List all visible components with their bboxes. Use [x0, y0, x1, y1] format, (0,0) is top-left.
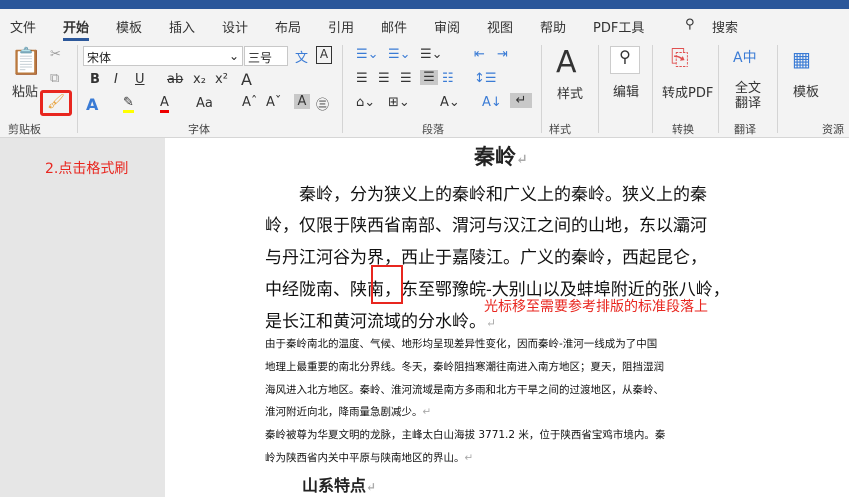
doc-title: 秦岭↵	[474, 144, 528, 169]
tab-home[interactable]: 开始	[63, 17, 90, 41]
section-heading: 山系特点↵	[302, 476, 377, 495]
subscript-icon[interactable]: x₂	[193, 72, 206, 87]
font-color-icon[interactable]: A	[160, 95, 169, 113]
tab-design[interactable]: 设计	[222, 17, 248, 36]
distribute-icon[interactable]: ☷	[442, 71, 454, 86]
italic-icon[interactable]: I	[114, 72, 118, 87]
paragraph-group-label: 段落	[422, 123, 444, 136]
line-spacing-icon[interactable]: ↕☰	[474, 71, 497, 86]
body-line: 岭，仅限于陕西省南部、渭河与汉江之间的山地，东以灞河	[265, 216, 707, 236]
styles-icon[interactable]: A	[556, 45, 577, 80]
borders-icon[interactable]: ⊞⌄	[388, 95, 410, 110]
find-icon[interactable]: ⚲	[610, 46, 640, 74]
change-case-icon[interactable]: Aa	[196, 96, 213, 111]
template-button[interactable]: 模板	[793, 81, 819, 100]
body-line: 秦岭，分为狭义上的秦岭和广义上的秦岭。狭义上的秦	[299, 185, 707, 205]
cursor-annotation: 光标移至需要参考排版的标准段落上	[484, 299, 708, 315]
convert-group-label: 转换	[672, 123, 694, 136]
bullets-icon[interactable]: ☰⌄	[356, 47, 379, 62]
decrease-indent-icon[interactable]: ⇤	[474, 47, 485, 62]
small-line: 由于秦岭南北的温度、气候、地形均呈现差异性变化，因而秦岭-淮河一线成为了中国	[265, 338, 658, 350]
small-line: 秦岭被尊为华夏文明的龙脉，主峰太白山海拔 3771.2 米，位于陕西省宝鸡市境内…	[265, 429, 666, 441]
ribbon: 📋 粘贴 ✂ ⧉ 🖌 剪贴板 宋体 ⌄ 三号 文 A B I U ab x₂ x²…	[0, 41, 849, 138]
align-right-icon[interactable]: ☰	[400, 71, 412, 86]
increase-indent-icon[interactable]: ⇥	[497, 47, 508, 62]
shrink-font-icon[interactable]: Aˇ	[266, 95, 281, 110]
cursor-highlight-box	[371, 265, 403, 304]
phonetic-guide-icon[interactable]: 文	[295, 47, 308, 66]
font-name-select[interactable]: 宋体 ⌄	[83, 46, 243, 66]
small-line: 海风进入北方地区。秦岭、淮河流域是南方多雨和北方干旱之间的过渡地区，从秦岭、	[265, 384, 664, 396]
edit-button[interactable]: 编辑	[613, 81, 639, 100]
enclose-char-icon[interactable]: ㊂	[316, 94, 329, 113]
tab-insert[interactable]: 插入	[169, 17, 195, 36]
tab-review[interactable]: 审阅	[434, 17, 460, 36]
step-annotation: 2.点击格式刷	[45, 161, 129, 177]
tab-file[interactable]: 文件	[10, 17, 36, 36]
body-line: 是长江和黄河流域的分水岭。↵	[265, 312, 497, 332]
search-icon[interactable]: ⚲	[685, 17, 695, 32]
small-line: 岭为陕西省内关中平原与陕南地区的界山。↵	[265, 452, 474, 464]
styles-group-label: 样式	[549, 123, 571, 136]
underline-icon[interactable]: U	[135, 72, 145, 87]
clear-format-icon[interactable]: A	[241, 70, 252, 89]
tab-layout[interactable]: 布局	[275, 17, 301, 36]
styles-button[interactable]: 样式	[557, 83, 583, 102]
small-line: 淮河附近向北，降雨量急剧减少。↵	[265, 406, 432, 418]
pdf-icon[interactable]: ⎘	[671, 46, 689, 71]
format-painter-button[interactable]: 🖌	[40, 90, 72, 116]
show-marks-icon[interactable]: ↵	[510, 93, 532, 108]
tab-help[interactable]: 帮助	[540, 17, 566, 36]
strikethrough-icon[interactable]: ab	[167, 72, 183, 87]
align-left-icon[interactable]: ☰	[356, 71, 368, 86]
char-border-icon[interactable]: A	[316, 46, 332, 64]
body-line: 与丹江河谷为界，西止于嘉陵江。广义的秦岭，西起昆仑，	[265, 248, 707, 268]
multilevel-list-icon[interactable]: ☰⌄	[420, 47, 443, 62]
copy-icon[interactable]: ⧉	[50, 71, 59, 86]
translate-group-label: 翻译	[734, 123, 756, 136]
tab-template[interactable]: 模板	[116, 17, 142, 36]
text-effect-icon[interactable]: A	[86, 95, 98, 114]
ribbon-tabs: 文件 开始 模板 插入 设计 布局 引用 邮件 审阅 视图 帮助 PDF工具 ⚲…	[0, 9, 849, 41]
bold-icon[interactable]: B	[90, 72, 100, 87]
clipboard-group-label: 剪贴板	[8, 123, 41, 136]
shading-icon[interactable]: ⌂⌄	[356, 95, 375, 110]
translate-button[interactable]: 全文 翻译	[735, 81, 761, 111]
chinese-layout-icon[interactable]: A⌄	[440, 95, 460, 110]
justify-icon[interactable]: ☰	[420, 70, 438, 85]
highlight-icon[interactable]: ✎	[123, 95, 134, 113]
superscript-icon[interactable]: x²	[215, 72, 228, 87]
paste-button[interactable]: 粘贴	[12, 81, 38, 100]
char-shading-icon[interactable]: A	[294, 94, 310, 109]
small-line: 地理上最重要的南北分界线。冬天，秦岭阻挡寒潮往南进入南方地区；夏天，阻挡湿润	[265, 361, 664, 373]
translate-icon[interactable]: A中	[733, 47, 757, 67]
resources-group-label: 资源	[822, 123, 844, 136]
tab-references[interactable]: 引用	[328, 17, 354, 36]
align-center-icon[interactable]: ☰	[378, 71, 390, 86]
cut-icon[interactable]: ✂	[50, 47, 61, 62]
search-box[interactable]: 搜索	[712, 17, 738, 36]
tab-view[interactable]: 视图	[487, 17, 513, 36]
numbering-icon[interactable]: ☰⌄	[388, 47, 411, 62]
grow-font-icon[interactable]: Aˆ	[242, 95, 257, 110]
template-icon[interactable]: ▦	[792, 47, 811, 71]
font-size-select[interactable]: 三号	[244, 46, 288, 66]
font-group-label: 字体	[188, 123, 210, 136]
paste-icon[interactable]: 📋	[10, 47, 42, 77]
to-pdf-button[interactable]: 转成PDF	[662, 82, 713, 101]
sort-icon[interactable]: A↓	[482, 95, 502, 110]
tab-pdf-tools[interactable]: PDF工具	[593, 17, 644, 36]
title-bar	[0, 0, 849, 9]
tab-mailings[interactable]: 邮件	[381, 17, 407, 36]
